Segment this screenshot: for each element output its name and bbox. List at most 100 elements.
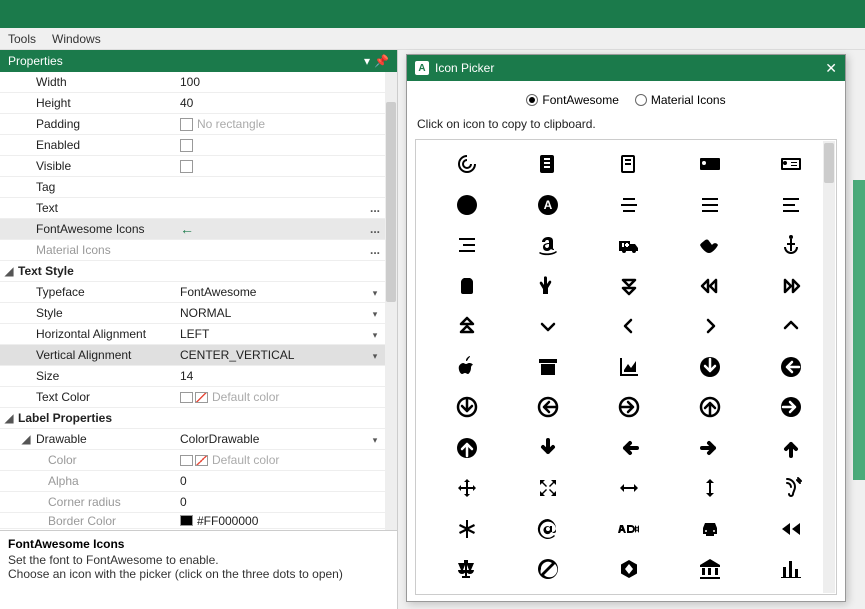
at-icon[interactable] (507, 509, 588, 549)
arrows-v-icon[interactable] (670, 468, 751, 508)
arrows-icon[interactable] (426, 468, 507, 508)
text-more-button[interactable]: ... (365, 201, 385, 215)
enabled-checkbox[interactable] (180, 139, 193, 152)
500px-icon[interactable] (426, 144, 507, 184)
valign-dropdown[interactable] (365, 348, 385, 362)
backward-icon[interactable] (751, 509, 832, 549)
arrow-circle-o-right-icon[interactable] (588, 387, 669, 427)
prop-alpha[interactable]: Alpha 0 (0, 471, 385, 492)
apple-icon[interactable] (426, 347, 507, 387)
prop-material-icons[interactable]: Material Icons ... (0, 240, 385, 261)
md-icons-more-button[interactable]: ... (365, 243, 385, 257)
area-chart-icon[interactable] (588, 347, 669, 387)
prop-halign[interactable]: Horizontal Alignment LEFT (0, 324, 385, 345)
arrows-alt-icon[interactable] (507, 468, 588, 508)
caret-icon[interactable]: ◢ (0, 264, 18, 278)
visible-checkbox[interactable] (180, 160, 193, 173)
align-left-icon[interactable] (751, 185, 832, 225)
align-center-icon[interactable] (588, 185, 669, 225)
bandcamp-icon[interactable] (588, 549, 669, 589)
prop-drawable[interactable]: ◢Drawable ColorDrawable (0, 429, 385, 450)
address-book-icon[interactable] (507, 144, 588, 184)
arrow-circle-down-icon[interactable] (670, 347, 751, 387)
radio-fontawesome[interactable]: FontAwesome (526, 93, 618, 107)
icon-grid-scrollbar[interactable] (823, 141, 835, 593)
adjust-icon[interactable] (426, 185, 507, 225)
angle-double-left-icon[interactable] (670, 266, 751, 306)
archive-icon[interactable] (507, 347, 588, 387)
arrow-circle-o-down-icon[interactable] (426, 387, 507, 427)
prop-width[interactable]: Width 100 (0, 72, 385, 93)
prop-style[interactable]: Style NORMAL (0, 303, 385, 324)
angellist-icon[interactable] (507, 266, 588, 306)
angle-double-down-icon[interactable] (588, 266, 669, 306)
prop-text[interactable]: Text ... (0, 198, 385, 219)
arrow-circle-o-up-icon[interactable] (670, 387, 751, 427)
prop-border-color[interactable]: Border Color #FF000000 (0, 513, 385, 529)
prop-text-color[interactable]: Text Color Default color (0, 387, 385, 408)
align-justify-icon[interactable] (670, 185, 751, 225)
arrow-up-icon[interactable] (751, 428, 832, 468)
caret-icon[interactable]: ◢ (0, 411, 18, 425)
arrow-left-icon[interactable] (588, 428, 669, 468)
balance-scale-icon[interactable] (426, 549, 507, 589)
category-text-style[interactable]: ◢ Text Style (0, 261, 385, 282)
address-card-o-icon[interactable] (751, 144, 832, 184)
arrow-down-icon[interactable] (507, 428, 588, 468)
menu-windows[interactable]: Windows (52, 32, 101, 46)
caret-icon[interactable]: ◢ (20, 432, 32, 446)
icon-picker-titlebar[interactable]: A Icon Picker ✕ (407, 55, 845, 81)
prop-fontawesome-icons[interactable]: FontAwesome Icons ← ... (0, 219, 385, 240)
amazon-icon[interactable] (507, 225, 588, 265)
prop-typeface[interactable]: Typeface FontAwesome (0, 282, 385, 303)
angle-double-up-icon[interactable] (426, 306, 507, 346)
style-dropdown[interactable] (365, 306, 385, 320)
angle-left-icon[interactable] (588, 306, 669, 346)
angle-right-icon[interactable] (670, 306, 751, 346)
bar-chart-icon[interactable] (751, 549, 832, 589)
bank-icon[interactable] (670, 549, 751, 589)
drawable-dropdown[interactable] (365, 432, 385, 446)
radio-material-icons[interactable]: Material Icons (635, 93, 726, 107)
prop-tag[interactable]: Tag (0, 177, 385, 198)
address-card-icon[interactable] (670, 144, 751, 184)
prop-enabled[interactable]: Enabled (0, 135, 385, 156)
android-icon[interactable] (426, 266, 507, 306)
adn-icon[interactable]: A (507, 185, 588, 225)
menu-tools[interactable]: Tools (8, 32, 36, 46)
angle-up-icon[interactable] (751, 306, 832, 346)
panel-pin-icon[interactable]: 📌 (374, 54, 389, 68)
prop-drawable-color[interactable]: Color Default color (0, 450, 385, 471)
align-right-icon[interactable] (426, 225, 507, 265)
prop-size[interactable]: Size 14 (0, 366, 385, 387)
prop-visible[interactable]: Visible (0, 156, 385, 177)
ban-icon[interactable] (507, 549, 588, 589)
prop-height[interactable]: Height 40 (0, 93, 385, 114)
category-label-properties[interactable]: ◢ Label Properties (0, 408, 385, 429)
fa-icons-more-button[interactable]: ... (365, 222, 385, 236)
padding-checkbox[interactable] (180, 118, 193, 131)
ambulance-icon[interactable] (588, 225, 669, 265)
audio-description-icon[interactable] (588, 509, 669, 549)
typeface-dropdown[interactable] (365, 285, 385, 299)
asl-interpreting-icon[interactable] (670, 225, 751, 265)
address-book-o-icon[interactable] (588, 144, 669, 184)
arrow-circle-up-icon[interactable] (426, 428, 507, 468)
prop-corner-radius[interactable]: Corner radius 0 (0, 492, 385, 513)
angle-double-right-icon[interactable] (751, 266, 832, 306)
arrow-circle-right-icon[interactable] (751, 387, 832, 427)
arrow-circle-o-left-icon[interactable] (507, 387, 588, 427)
halign-dropdown[interactable] (365, 327, 385, 341)
panel-menu-icon[interactable]: ▾ (364, 54, 370, 68)
arrow-right-icon[interactable] (670, 428, 751, 468)
close-icon[interactable]: ✕ (825, 60, 837, 77)
automobile-icon[interactable] (670, 509, 751, 549)
arrow-circle-left-icon[interactable] (751, 347, 832, 387)
angle-down-icon[interactable] (507, 306, 588, 346)
prop-padding[interactable]: Padding No rectangle (0, 114, 385, 135)
arrows-h-icon[interactable] (588, 468, 669, 508)
prop-valign[interactable]: Vertical Alignment CENTER_VERTICAL (0, 345, 385, 366)
properties-scrollbar[interactable] (385, 72, 397, 530)
asterisk-icon[interactable] (426, 509, 507, 549)
assistive-listening-icon[interactable] (751, 468, 832, 508)
